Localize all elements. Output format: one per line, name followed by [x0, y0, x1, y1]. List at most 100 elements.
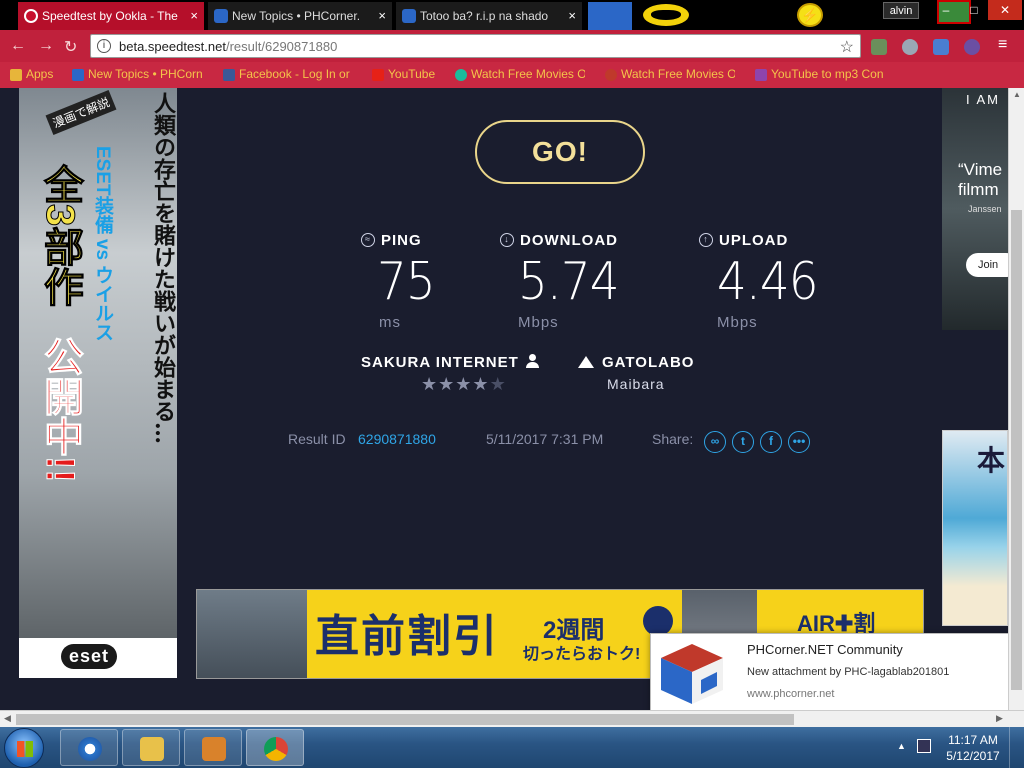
share-link-icon[interactable]: ∞ — [704, 431, 726, 453]
taskbar-app-active[interactable] — [246, 729, 304, 766]
rating-star-icon[interactable]: ★ — [490, 374, 507, 394]
left-skyscraper-ad[interactable]: 漫画で解説 人類の存亡を賭けた戦いが始まる… ESET装備 vs ウイルス 全3… — [19, 88, 177, 678]
folder-icon — [140, 737, 164, 761]
bookmark-label: Watch Free Movies Or — [621, 67, 735, 81]
ping-unit: ms — [379, 314, 401, 331]
isp-rating[interactable]: ★★★★★ — [421, 374, 507, 395]
go-button[interactable]: GO! — [475, 120, 645, 184]
tab-phcorner[interactable]: New Topics • PHCorner. × — [208, 2, 392, 30]
new-tab-button[interactable] — [588, 2, 632, 30]
extension-icon[interactable] — [933, 39, 949, 55]
extension-icon[interactable] — [871, 39, 887, 55]
server-icon — [578, 356, 594, 368]
server-location: Maibara — [607, 376, 665, 392]
bookmark-label: Watch Free Movies On — [471, 67, 585, 81]
tab-close-icon[interactable]: × — [378, 2, 386, 30]
phcorner-favicon-icon — [214, 9, 228, 23]
browser-toolbar: ← → ↻ i beta.speedtest.net/result/629087… — [0, 30, 1024, 62]
taskbar-app[interactable] — [184, 729, 242, 766]
scrollbar-thumb[interactable] — [16, 714, 794, 725]
start-button[interactable] — [4, 728, 44, 768]
bookmark-youtube-mp3[interactable]: YouTube to mp3 Con — [755, 67, 884, 81]
download-value: 5.74 — [518, 252, 620, 312]
upload-arrow-icon: ↑ — [699, 233, 713, 247]
media-player-icon — [202, 737, 226, 761]
ad-footer: eset — [19, 638, 177, 678]
tab-speedtest[interactable]: Speedtest by Ookla - The × — [18, 2, 204, 30]
clock-time[interactable]: 11:17 AM — [943, 733, 1003, 747]
forward-button[interactable]: → — [38, 37, 54, 55]
address-bar[interactable]: i beta.speedtest.net/result/6290871880 ☆ — [90, 34, 861, 58]
system-tray: ▲ 11:17 AM 5/12/2017 — [895, 727, 1024, 768]
ad-big-text-red: 公開中!! — [38, 336, 83, 484]
messenger-app-icon — [78, 737, 102, 761]
download-arrow-icon: ↓ — [500, 233, 514, 247]
bookmark-label: New Topics • PHCorn — [88, 67, 202, 81]
extension-icon[interactable] — [902, 39, 918, 55]
rating-star-icon[interactable]: ★ — [438, 374, 455, 394]
tab-close-icon[interactable]: × — [568, 2, 576, 30]
rating-star-icon[interactable]: ★ — [455, 374, 472, 394]
bookmark-star-icon[interactable]: ☆ — [840, 37, 854, 57]
close-window-button[interactable]: ✕ — [988, 0, 1022, 20]
bookmark-apps[interactable]: Apps — [10, 67, 53, 81]
rating-star-icon[interactable]: ★ — [421, 374, 438, 394]
show-hidden-icons-icon[interactable]: ▲ — [897, 741, 906, 751]
windows-logo-icon — [17, 741, 33, 757]
metric-label: DOWNLOAD — [520, 232, 618, 249]
scroll-up-icon[interactable]: ▲ — [1013, 90, 1021, 99]
share-twitter-icon[interactable]: t — [732, 431, 754, 453]
bookmark-youtube[interactable]: YouTube — [372, 67, 435, 81]
clock-icon — [643, 606, 673, 636]
extension-icon[interactable] — [964, 39, 980, 55]
taskbar-app[interactable] — [60, 729, 118, 766]
download-unit: Mbps — [518, 314, 559, 331]
maximize-button[interactable]: □ — [960, 0, 988, 20]
vertical-scrollbar[interactable]: ▲ — [1008, 88, 1024, 710]
tab-title: Speedtest by Ookla - The — [42, 9, 178, 23]
server-name[interactable]: GATOLABO — [578, 354, 694, 371]
reload-button[interactable]: ↻ — [64, 37, 77, 57]
share-facebook-icon[interactable]: f — [760, 431, 782, 453]
rating-star-icon[interactable]: ★ — [472, 374, 489, 394]
show-desktop-button[interactable] — [1009, 727, 1024, 768]
scrollbar-thumb[interactable] — [1011, 210, 1022, 690]
result-id-link[interactable]: 6290871880 — [358, 431, 436, 447]
tab-strip: Speedtest by Ookla - The × New Topics • … — [0, 0, 1024, 30]
right-top-ad[interactable]: I AM “Vime filmm Janssen Join — [942, 88, 1008, 330]
tab-title: Totoo ba? r.i.p na shado — [420, 9, 549, 23]
minimize-button[interactable]: – — [932, 0, 960, 20]
tab-totoo[interactable]: Totoo ba? r.i.p na shado × — [396, 2, 582, 30]
ping-icon: ≈ — [361, 233, 375, 247]
back-button[interactable]: ← — [10, 37, 26, 55]
ping-label: ≈ PING — [361, 232, 422, 249]
horizontal-scrollbar[interactable]: ◀ ▶ — [0, 710, 1024, 727]
tab-close-icon[interactable]: × — [190, 2, 198, 30]
metric-label: PING — [381, 232, 422, 249]
clock-date[interactable]: 5/12/2017 — [943, 749, 1003, 763]
bookmark-facebook[interactable]: Facebook - Log In or — [223, 67, 350, 81]
site-info-icon[interactable]: i — [97, 39, 111, 53]
right-bottom-ad[interactable]: 本 — [942, 430, 1008, 626]
result-id-line: Result ID 6290871880 — [288, 431, 436, 447]
ad-text: “Vime filmm — [958, 160, 1003, 199]
menu-icon[interactable]: ≡ — [998, 36, 1007, 54]
notification-toast[interactable]: PHCorner.NET Community New attachment by… — [650, 633, 1010, 713]
ad-big-text: 全3部作 — [38, 163, 83, 307]
scroll-left-icon[interactable]: ◀ — [4, 713, 11, 724]
youtube-icon — [372, 69, 384, 81]
taskbar-app[interactable] — [122, 729, 180, 766]
profile-user-button[interactable]: alvin — [883, 2, 919, 19]
result-id-label: Result ID — [288, 431, 346, 447]
url-text[interactable]: beta.speedtest.net/result/6290871880 — [119, 39, 337, 54]
join-button[interactable]: Join — [966, 253, 1008, 277]
phcorner-favicon-icon — [72, 69, 84, 81]
tab-title: New Topics • PHCorner. — [232, 9, 361, 23]
bookmark-phcorner[interactable]: New Topics • PHCorn — [72, 67, 202, 81]
network-icon[interactable] — [917, 739, 931, 753]
bookmark-watch-movies-1[interactable]: Watch Free Movies On — [455, 67, 585, 81]
ad-headline: 人類の存亡を賭けた戦いが始まる… — [150, 92, 176, 444]
share-more-icon[interactable]: ••• — [788, 431, 810, 453]
scroll-right-icon[interactable]: ▶ — [996, 713, 1003, 724]
bookmark-watch-movies-2[interactable]: Watch Free Movies Or — [605, 67, 735, 81]
